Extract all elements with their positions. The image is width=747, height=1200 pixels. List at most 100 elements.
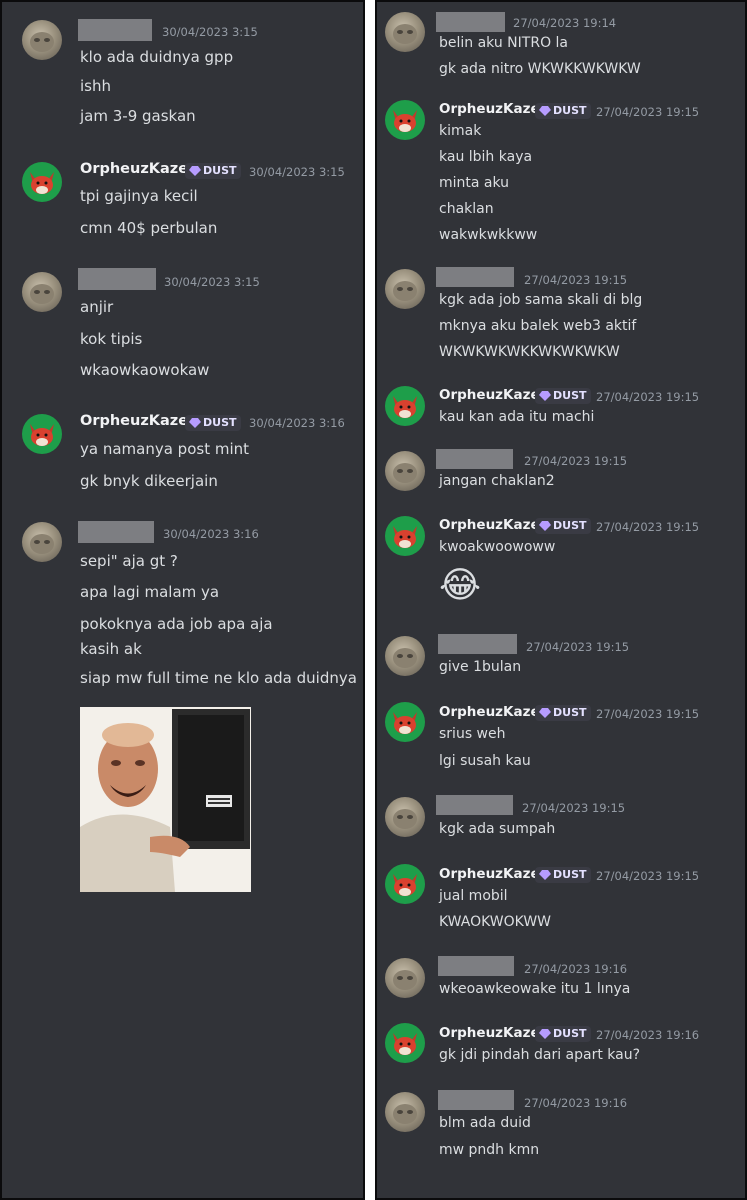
- joy-emoji[interactable]: 😂: [439, 568, 481, 604]
- message-line: ya namanya post mint: [80, 440, 250, 458]
- user-avatar[interactable]: [385, 269, 425, 309]
- dust-badge[interactable]: DUST: [535, 867, 591, 883]
- dust-badge[interactable]: DUST: [185, 163, 241, 179]
- message-line: apa lagi malam ya: [80, 583, 220, 601]
- orpheuz-avatar[interactable]: [385, 100, 425, 140]
- dust-badge[interactable]: DUST: [535, 705, 591, 721]
- badge-label: DUST: [203, 164, 237, 177]
- user-avatar[interactable]: [22, 20, 62, 60]
- timestamp: 27/04/2023 19:15: [596, 105, 700, 119]
- message-line: gk jdi pindah dari apart kau?: [439, 1047, 641, 1063]
- timestamp: 27/04/2023 19:15: [596, 869, 700, 883]
- message-line: pokoknya ada job apa aja: [80, 615, 273, 633]
- gem-icon: [539, 521, 551, 531]
- dust-badge[interactable]: DUST: [535, 518, 591, 534]
- orpheuz-avatar[interactable]: [385, 702, 425, 742]
- username[interactable]: OrpheuzKaze: [80, 161, 188, 177]
- username[interactable]: OrpheuzKaze: [80, 413, 188, 429]
- redacted-username: [436, 267, 514, 287]
- message-line: wkeoawkeowake itu 1 lınya: [439, 981, 631, 997]
- badge-label: DUST: [553, 868, 587, 881]
- message-line: jual mobil: [439, 888, 508, 904]
- user-avatar[interactable]: [385, 12, 425, 52]
- dust-badge[interactable]: DUST: [535, 1026, 591, 1042]
- badge-label: DUST: [553, 519, 587, 532]
- redacted-username: [436, 12, 505, 32]
- dust-badge[interactable]: DUST: [185, 415, 241, 431]
- redacted-username: [78, 19, 152, 41]
- message-line: gk ada nitro WKWKKWKWKW: [439, 61, 641, 77]
- badge-label: DUST: [553, 389, 587, 402]
- username[interactable]: OrpheuzKaze: [439, 1025, 540, 1041]
- timestamp: 27/04/2023 19:15: [596, 520, 700, 534]
- message-line: kgk ada sumpah: [439, 821, 556, 837]
- orpheuz-avatar[interactable]: [22, 414, 62, 454]
- message-line: kau lbih kaya: [439, 149, 533, 165]
- chat-panel-left: 30/04/2023 3:15 klo ada duidnya gpp ishh…: [0, 0, 365, 1200]
- timestamp: 30/04/2023 3:15: [162, 25, 258, 39]
- message-line: tpi gajinya kecil: [80, 187, 198, 205]
- gem-icon: [189, 166, 201, 176]
- badge-label: DUST: [553, 104, 587, 117]
- timestamp: 27/04/2023 19:15: [526, 640, 630, 654]
- timestamp: 27/04/2023 19:15: [524, 454, 628, 468]
- message-line: cmn 40$ perbulan: [80, 219, 218, 237]
- username[interactable]: OrpheuzKaze: [439, 517, 540, 533]
- user-avatar[interactable]: [22, 272, 62, 312]
- orpheuz-avatar[interactable]: [385, 386, 425, 426]
- message-line: kgk ada job sama skali di blg: [439, 292, 643, 308]
- message-line: blm ada duid: [439, 1115, 531, 1131]
- redacted-username: [436, 449, 513, 469]
- dust-badge[interactable]: DUST: [535, 103, 591, 119]
- message-line: mw pndh kmn: [439, 1142, 540, 1158]
- orpheuz-avatar[interactable]: [385, 1023, 425, 1063]
- timestamp: 27/04/2023 19:16: [596, 1028, 700, 1042]
- message-line: give 1bulan: [439, 659, 522, 675]
- orpheuz-avatar[interactable]: [385, 864, 425, 904]
- timestamp: 30/04/2023 3:16: [249, 416, 345, 430]
- message-line: ishh: [80, 77, 111, 95]
- message-line: minta aku: [439, 175, 510, 191]
- gem-icon: [539, 391, 551, 401]
- message-line: KWAOKWOKWW: [439, 914, 552, 930]
- message-line: chaklan: [439, 201, 494, 217]
- message-line: WKWKWKWKKWKWKWKW: [439, 344, 620, 360]
- message-line: kau kan ada itu machi: [439, 409, 595, 425]
- user-avatar[interactable]: [385, 636, 425, 676]
- message-line: gk bnyk dikeerjain: [80, 472, 218, 490]
- timestamp: 27/04/2023 19:15: [524, 273, 628, 287]
- username[interactable]: OrpheuzKaze: [439, 387, 540, 403]
- username[interactable]: OrpheuzKaze: [439, 101, 540, 117]
- orpheuz-avatar[interactable]: [22, 162, 62, 202]
- redacted-username: [438, 956, 514, 976]
- dust-badge[interactable]: DUST: [535, 388, 591, 404]
- chat-panel-right: 27/04/2023 19:14 belin aku NITRO la gk a…: [375, 0, 747, 1200]
- user-avatar[interactable]: [385, 958, 425, 998]
- message-line: kasih ak: [80, 640, 142, 658]
- timestamp: 27/04/2023 19:16: [524, 962, 628, 976]
- timestamp: 27/04/2023 19:15: [522, 801, 626, 815]
- user-avatar[interactable]: [385, 797, 425, 837]
- message-line: wkaowkaowokaw: [80, 361, 210, 379]
- timestamp: 27/04/2023 19:14: [513, 16, 617, 30]
- user-avatar[interactable]: [385, 451, 425, 491]
- message-line: siap mw full time ne klo ada duidnya: [80, 669, 357, 687]
- badge-label: DUST: [553, 1027, 587, 1040]
- orpheuz-avatar[interactable]: [385, 516, 425, 556]
- username[interactable]: OrpheuzKaze: [439, 704, 540, 720]
- message-line: kok tipis: [80, 330, 143, 348]
- redacted-username: [438, 634, 517, 654]
- gem-icon: [539, 1029, 551, 1039]
- message-line: mknya aku balek web3 aktif: [439, 318, 637, 334]
- user-avatar[interactable]: [22, 522, 62, 562]
- redacted-username: [78, 521, 154, 543]
- username[interactable]: OrpheuzKaze: [439, 866, 540, 882]
- user-avatar[interactable]: [385, 1092, 425, 1132]
- timestamp: 30/04/2023 3:15: [249, 165, 345, 179]
- message-line: kwoakwoowoww: [439, 539, 556, 555]
- message-line: jangan chaklan2: [439, 473, 555, 489]
- message-line: wakwkwkkww: [439, 227, 538, 243]
- redacted-username: [436, 795, 513, 815]
- timestamp: 30/04/2023 3:16: [163, 527, 259, 541]
- laughing-man-meme-image[interactable]: [80, 707, 251, 892]
